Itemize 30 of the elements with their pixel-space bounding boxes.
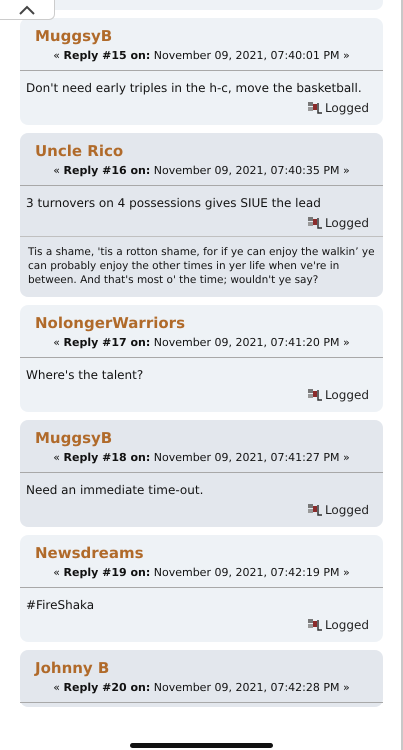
chevron-up-icon [19, 4, 35, 14]
post-body: 3 turnovers on 4 possessions gives SIUE the lead [25, 195, 322, 210]
author-name[interactable]: NolongerWarriors [20, 313, 383, 333]
network-icon [306, 618, 323, 632]
reply-header: « Reply #15 on: November 09, 2021, 07:40:01 PM » [20, 46, 383, 71]
network-icon [306, 388, 323, 402]
network-icon [306, 503, 323, 517]
scroll-up-button[interactable] [0, 0, 55, 20]
post-body: Need an immediate time-out. [25, 482, 204, 497]
reply-header: « Reply #18 on: November 09, 2021, 07:41:27 PM » [20, 448, 383, 473]
network-icon [306, 101, 323, 115]
author-name[interactable]: Johnny B [20, 658, 383, 678]
author-name[interactable]: Uncle Rico [20, 141, 383, 161]
logged-status: Logged [324, 618, 369, 632]
reply-header: « Reply #19 on: November 09, 2021, 07:42:19 PM » [20, 563, 383, 588]
author-name[interactable]: MuggsyB [20, 428, 383, 448]
network-icon [306, 216, 323, 230]
author-name[interactable]: MuggsyB [20, 26, 383, 46]
post-body: Where's the talent? [25, 367, 144, 382]
post-body: #FireShaka [25, 597, 96, 612]
logged-status: Logged [324, 503, 369, 517]
author-name[interactable]: Newsdreams [20, 543, 383, 563]
logged-status: Logged [324, 388, 369, 402]
reply-header: « Reply #17 on: November 09, 2021, 07:41:20 PM » [20, 333, 383, 358]
post-body: Don't need early triples in the h-c, move the basketball. [25, 80, 363, 95]
logged-status: Logged [324, 101, 369, 115]
signature: Tis a shame, 'tis a rotton shame, for if ye can enjoy the walkin’ ye can probably enjoy the other times in yer life when ve're in between. And that's most o' the time; wouldn't ye say? [20, 236, 383, 293]
reply-header: « Reply #16 on: November 09, 2021, 07:40:35 PM » [20, 161, 383, 186]
logged-status: Logged [324, 216, 369, 230]
reply-header: « Reply #20 on: November 09, 2021, 07:42:28 PM » [20, 678, 383, 703]
